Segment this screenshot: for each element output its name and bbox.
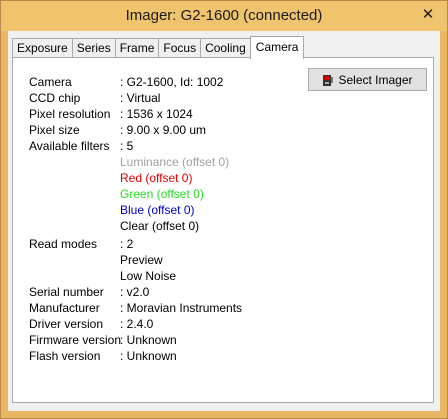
available-filters-value: : 5	[120, 139, 134, 153]
read-mode-preview: Preview	[120, 253, 163, 267]
client-area: Exposure Series Frame Focus Cooling Came…	[8, 31, 440, 411]
select-imager-label: Select Imager	[338, 72, 413, 87]
tab-strip: Exposure Series Frame Focus Cooling Came…	[12, 36, 305, 59]
pixel-size-value: : 9.00 x 9.00 um	[120, 123, 207, 137]
manufacturer-value: : Moravian Instruments	[120, 301, 243, 315]
read-modes-label: Read modes	[29, 237, 98, 251]
pixel-resolution-label: Pixel resolution	[29, 107, 111, 121]
title-bar[interactable]: Imager: G2-1600 (connected) ✕	[1, 1, 447, 31]
serial-number-value: : v2.0	[120, 285, 150, 299]
read-modes-value: : 2	[120, 237, 134, 251]
window-title: Imager: G2-1600 (connected)	[125, 7, 323, 24]
tab-cooling[interactable]: Cooling	[200, 38, 251, 58]
close-icon: ✕	[421, 6, 435, 23]
filter-blue: Blue (offset 0)	[120, 203, 195, 217]
filter-red: Red (offset 0)	[120, 171, 193, 185]
camera-label: Camera	[29, 75, 72, 89]
tab-series[interactable]: Series	[71, 38, 116, 58]
serial-number-label: Serial number	[29, 285, 104, 299]
tab-camera[interactable]: Camera	[249, 36, 305, 59]
filter-green: Green (offset 0)	[120, 187, 204, 201]
select-imager-button[interactable]: Select Imager	[308, 68, 427, 91]
camera-value: : G2-1600, Id: 1002	[120, 75, 224, 89]
firmware-version-value: : Unknown	[120, 333, 177, 347]
ccd-chip-value: : Virtual	[120, 91, 161, 105]
camera-icon	[322, 73, 334, 87]
pixel-size-label: Pixel size	[29, 123, 80, 137]
driver-version-value: : 2.4.0	[120, 317, 154, 331]
ccd-chip-label: CCD chip	[29, 91, 81, 105]
firmware-version-label: Firmware version	[29, 333, 122, 347]
available-filters-label: Available filters	[29, 139, 110, 153]
tab-focus[interactable]: Focus	[158, 38, 202, 58]
pixel-resolution-value: : 1536 x 1024	[120, 107, 193, 121]
close-button[interactable]: ✕	[417, 6, 439, 24]
filter-clear: Clear (offset 0)	[120, 219, 200, 233]
camera-panel: Select Imager Camera : G2-1600, Id: 1002…	[12, 57, 434, 403]
tab-exposure[interactable]: Exposure	[12, 38, 73, 58]
manufacturer-label: Manufacturer	[29, 301, 100, 315]
imager-window: Imager: G2-1600 (connected) ✕ Exposure S…	[0, 0, 448, 419]
filter-luminance: Luminance (offset 0)	[120, 155, 230, 169]
driver-version-label: Driver version	[29, 317, 104, 331]
flash-version-label: Flash version	[29, 349, 101, 363]
flash-version-value: : Unknown	[120, 349, 177, 363]
tab-frame[interactable]: Frame	[114, 38, 160, 58]
read-mode-low-noise: Low Noise	[120, 269, 177, 283]
